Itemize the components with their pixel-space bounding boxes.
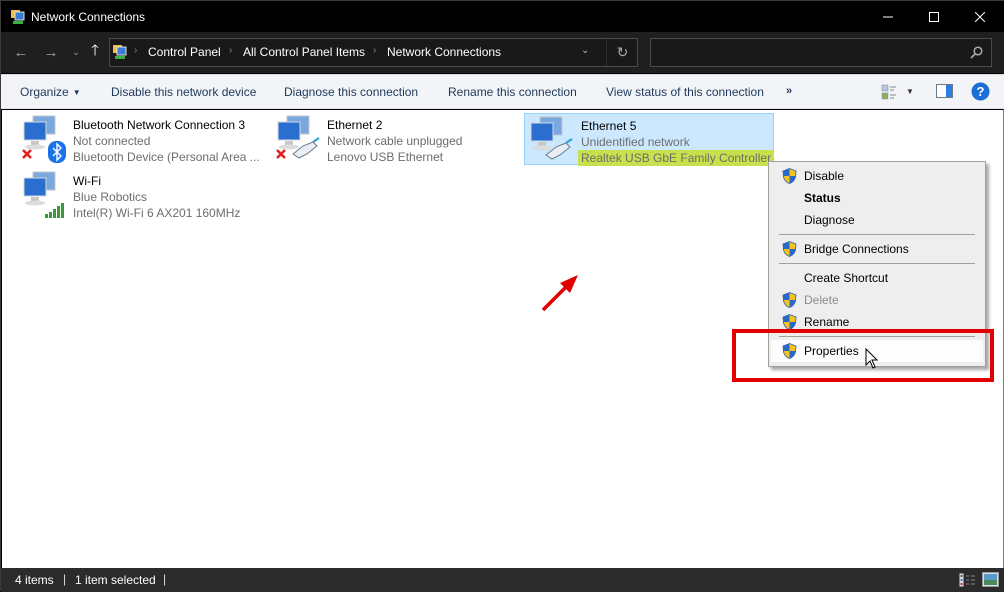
change-view-icon[interactable] bbox=[881, 84, 897, 100]
connection-status: Not connected bbox=[73, 134, 151, 148]
close-icon bbox=[975, 11, 985, 22]
view-options-caret-icon[interactable]: ▼ bbox=[906, 87, 914, 96]
navigation-bar: ← → ⌄ 🡑 › Control Panel › All Control Pa… bbox=[1, 32, 1004, 73]
breadcrumb-separator: › bbox=[134, 45, 138, 56]
search-icon bbox=[970, 46, 983, 59]
connection-item-ethernet-5[interactable]: Ethernet 5 Unidentified network Realtek … bbox=[524, 113, 775, 166]
arrow-up-icon: 🡑 bbox=[91, 41, 99, 59]
back-button[interactable]: ← bbox=[12, 42, 30, 62]
minimize-icon bbox=[883, 16, 893, 17]
menu-separator bbox=[779, 234, 975, 235]
uac-shield-icon bbox=[782, 314, 797, 330]
organize-label: Organize bbox=[20, 85, 69, 99]
connection-status: Network cable unplugged bbox=[327, 134, 463, 148]
menu-item-label: Bridge Connections bbox=[804, 242, 909, 256]
window-title: Network Connections bbox=[31, 10, 146, 24]
preview-pane-icon[interactable] bbox=[936, 84, 953, 98]
menu-item-label: Delete bbox=[804, 293, 839, 307]
connection-item-wifi[interactable]: Wi-Fi Blue Robotics Intel(R) Wi-Fi 6 AX2… bbox=[17, 168, 267, 220]
breadcrumb-network-connections[interactable]: Network Connections bbox=[387, 45, 501, 59]
arrow-left-icon: ← bbox=[13, 43, 29, 61]
uac-shield-icon bbox=[782, 292, 797, 308]
up-button[interactable]: 🡑 bbox=[86, 42, 104, 62]
details-view-icon[interactable] bbox=[959, 573, 977, 587]
menu-item-label: Diagnose bbox=[804, 213, 855, 227]
view-status-button[interactable]: View status of this connection bbox=[606, 85, 764, 99]
menu-item-disable[interactable]: Disable bbox=[771, 165, 983, 187]
refresh-icon: ↻ bbox=[616, 44, 629, 60]
network-computers-icon bbox=[276, 115, 320, 159]
breadcrumb-separator: › bbox=[229, 45, 233, 56]
selection-count: 1 item selected bbox=[75, 573, 156, 587]
refresh-button[interactable]: ↻ bbox=[606, 39, 638, 66]
menu-item-label: Disable bbox=[804, 169, 845, 183]
connection-item-ethernet-2[interactable]: Ethernet 2 Network cable unplugged Lenov… bbox=[271, 112, 521, 164]
mouse-cursor-icon bbox=[865, 348, 879, 369]
organize-menu[interactable]: Organize ▼ bbox=[20, 85, 81, 99]
large-icons-view-icon[interactable] bbox=[982, 572, 999, 587]
bluetooth-icon bbox=[48, 141, 66, 163]
connection-status: Blue Robotics bbox=[73, 190, 148, 204]
help-icon[interactable]: ? bbox=[971, 82, 990, 101]
arrow-right-icon: → bbox=[43, 43, 59, 61]
search-input[interactable] bbox=[650, 38, 992, 67]
connection-name: Wi-Fi bbox=[73, 174, 101, 188]
control-panel-icon bbox=[113, 45, 127, 59]
maximize-icon bbox=[929, 11, 939, 22]
network-connections-icon bbox=[11, 10, 25, 24]
connection-device: Bluetooth Device (Personal Area ... bbox=[73, 150, 260, 164]
uac-shield-icon bbox=[782, 168, 797, 184]
more-commands-button[interactable]: » bbox=[786, 85, 792, 97]
command-bar: Organize ▼ Disable this network device Di… bbox=[1, 74, 1004, 109]
menu-separator bbox=[779, 263, 975, 264]
address-dropdown-icon[interactable]: ⌄ bbox=[581, 45, 589, 56]
breadcrumb-all-items[interactable]: All Control Panel Items bbox=[243, 45, 365, 59]
rename-connection-button[interactable]: Rename this connection bbox=[448, 85, 577, 99]
menu-item-label: Status bbox=[804, 191, 841, 205]
wifi-signal-icon bbox=[45, 203, 64, 218]
minimize-button[interactable] bbox=[865, 1, 911, 32]
connection-device: Lenovo USB Ethernet bbox=[327, 150, 444, 164]
annotation-arrow-icon bbox=[541, 275, 578, 312]
menu-item-status[interactable]: Status bbox=[771, 187, 983, 209]
status-separator: | bbox=[63, 572, 67, 586]
item-count: 4 items bbox=[15, 573, 54, 587]
menu-item-bridge-connections[interactable]: Bridge Connections bbox=[771, 238, 983, 260]
uac-shield-icon bbox=[782, 241, 797, 257]
network-computers-icon bbox=[530, 116, 573, 160]
connection-item-bluetooth[interactable]: Bluetooth Network Connection 3 Not conne… bbox=[17, 112, 267, 164]
connection-name: Bluetooth Network Connection 3 bbox=[73, 118, 246, 132]
title-bar: Network Connections bbox=[1, 1, 1004, 32]
connection-name: Ethernet 5 bbox=[581, 119, 637, 133]
status-separator: | bbox=[163, 572, 167, 586]
recent-locations-button[interactable]: ⌄ bbox=[67, 42, 85, 62]
svg-text:?: ? bbox=[977, 84, 985, 99]
forward-button[interactable]: → bbox=[42, 42, 60, 62]
menu-item-diagnose[interactable]: Diagnose bbox=[771, 209, 983, 231]
connection-name: Ethernet 2 bbox=[327, 118, 383, 132]
diagnose-connection-button[interactable]: Diagnose this connection bbox=[284, 85, 418, 99]
status-bar: 4 items | 1 item selected | bbox=[1, 568, 1004, 592]
caret-down-icon: ▼ bbox=[72, 88, 81, 97]
annotation-highlight-box bbox=[732, 329, 994, 382]
connection-device-highlighted: Realtek USB GbE Family Controller bbox=[578, 150, 775, 166]
menu-item-label: Rename bbox=[804, 315, 850, 329]
disable-device-button[interactable]: Disable this network device bbox=[111, 85, 256, 99]
breadcrumb-separator: › bbox=[373, 45, 377, 56]
maximize-button[interactable] bbox=[911, 1, 957, 32]
menu-item-create-shortcut[interactable]: Create Shortcut bbox=[771, 267, 983, 289]
close-button[interactable] bbox=[957, 1, 1003, 32]
connection-device: Intel(R) Wi-Fi 6 AX201 160MHz bbox=[73, 206, 241, 220]
connection-status: Unidentified network bbox=[581, 135, 690, 149]
address-bar[interactable]: › Control Panel › All Control Panel Item… bbox=[109, 38, 638, 67]
menu-item-delete: Delete bbox=[771, 289, 983, 311]
breadcrumb-control-panel[interactable]: Control Panel bbox=[148, 45, 221, 59]
menu-item-label: Create Shortcut bbox=[804, 271, 889, 285]
explorer-window: Network Connections ← → ⌄ 🡑 › Control Pa… bbox=[0, 0, 1004, 592]
chevron-down-icon: ⌄ bbox=[72, 46, 80, 57]
